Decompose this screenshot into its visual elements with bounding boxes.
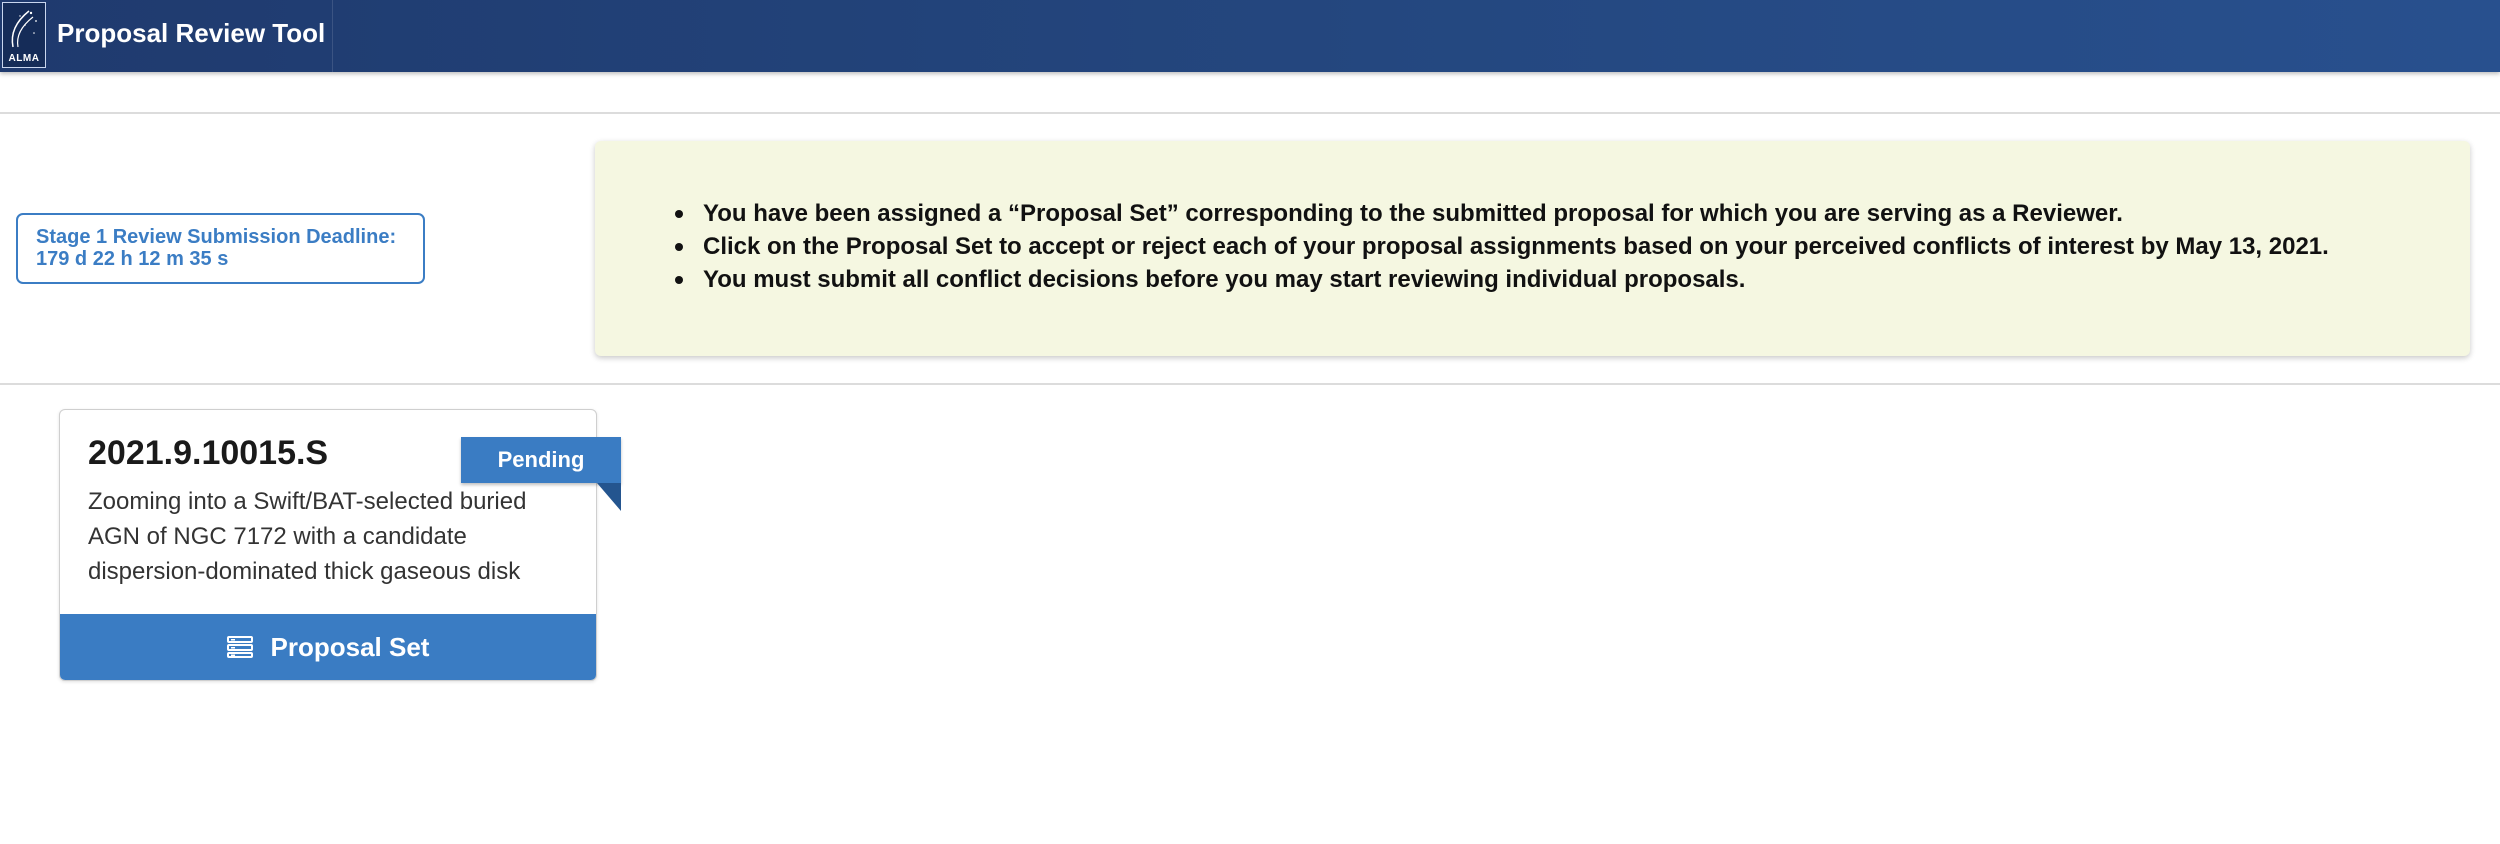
status-badge: Pending xyxy=(461,437,621,483)
alma-logo[interactable]: ALMA xyxy=(2,2,46,68)
divider-bottom xyxy=(0,383,2500,385)
deadline-label: Stage 1 Review Submission Deadline: xyxy=(36,226,397,248)
status-badge-fold xyxy=(597,483,621,511)
alma-logo-icon xyxy=(11,10,37,48)
deadline-countdown: 179 d 22 h 12 m 35 s xyxy=(36,248,229,270)
instructions-notice: You have been assigned a “Proposal Set” … xyxy=(595,141,2470,356)
proposal-id: 2021.9.10015.S xyxy=(88,434,329,472)
title-divider xyxy=(332,0,333,72)
proposal-set-button[interactable]: Proposal Set xyxy=(60,614,596,680)
deadline-box: Stage 1 Review Submission Deadline: 179 … xyxy=(16,213,425,284)
divider-top xyxy=(0,112,2500,114)
top-navbar: ALMA Proposal Review Tool xyxy=(0,0,2500,72)
proposal-description: Zooming into a Swift/BAT-selected buried… xyxy=(88,488,527,585)
instruction-item: You have been assigned a “Proposal Set” … xyxy=(675,197,2329,230)
instructions-list: You have been assigned a “Proposal Set” … xyxy=(675,197,2329,296)
logo-text: ALMA xyxy=(8,53,40,64)
list-icon xyxy=(226,636,253,658)
instruction-item: You must submit all conflict decisions b… xyxy=(675,263,2329,296)
app-title[interactable]: Proposal Review Tool xyxy=(57,18,325,49)
proposal-set-button-label: Proposal Set xyxy=(270,631,430,662)
instruction-item: Click on the Proposal Set to accept or r… xyxy=(675,230,2329,263)
